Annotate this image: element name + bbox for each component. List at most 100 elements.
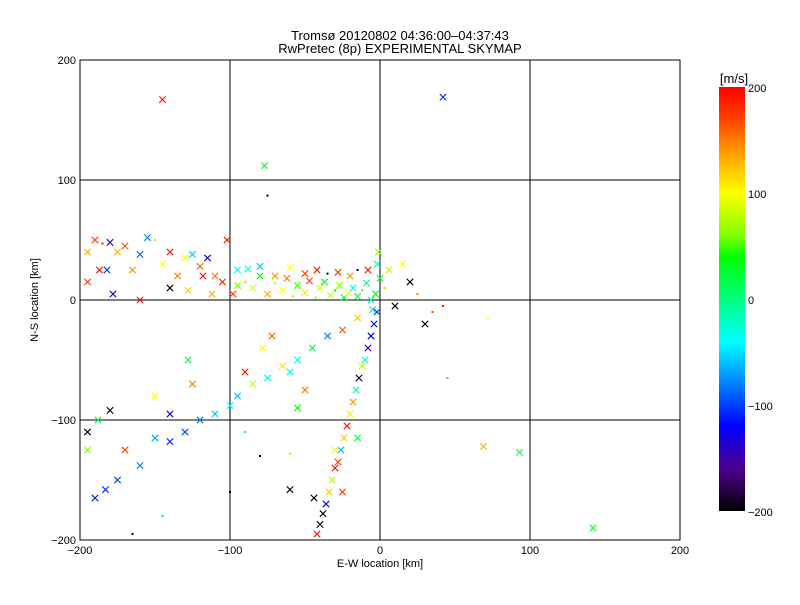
data-point-dot: [289, 452, 291, 455]
data-point-cross: [241, 368, 249, 376]
data-point-dot: [244, 431, 246, 433]
data-point-cross: [248, 284, 257, 292]
data-point-cross: [184, 356, 192, 364]
data-point-cross: [199, 272, 207, 280]
y-tick-label: 100: [58, 175, 76, 187]
data-point-cross: [196, 262, 204, 270]
data-point-dot: [274, 282, 276, 285]
data-point-cross: [188, 250, 197, 258]
data-point-cross: [158, 96, 167, 104]
data-point-cross: [283, 274, 291, 282]
data-point-cross: [263, 374, 272, 382]
data-point-cross: [293, 356, 302, 364]
data-point-cross: [151, 434, 159, 442]
data-point-cross: [301, 289, 309, 297]
data-point-cross: [337, 446, 345, 454]
data-point-cross: [515, 448, 524, 456]
data-point-cross: [166, 410, 174, 418]
data-point-cross: [166, 284, 174, 292]
data-point-cross: [208, 290, 216, 298]
data-point-cross: [308, 344, 317, 352]
data-point-cross: [406, 278, 414, 286]
data-point-cross: [391, 302, 399, 310]
data-point-cross: [323, 332, 332, 340]
data-point-dot: [314, 296, 317, 299]
data-point-cross: [331, 446, 339, 454]
data-point-cross: [223, 236, 231, 244]
data-point-cross: [370, 320, 378, 328]
data-point-cross: [371, 290, 380, 298]
data-point-cross: [184, 286, 192, 294]
data-point-cross: [338, 326, 347, 334]
y-tick-labels: −200 −100 0 100 200: [51, 55, 76, 547]
x-tick-label: 0: [377, 545, 383, 557]
data-point-cross: [173, 272, 182, 280]
data-point-cross: [271, 272, 279, 280]
data-point-cross: [106, 238, 114, 246]
data-point-cross: [316, 284, 324, 292]
data-point-cross: [349, 284, 357, 292]
colorbar-tick-label: −200: [748, 507, 773, 519]
data-point-cross: [374, 248, 383, 256]
data-point-cross: [338, 488, 347, 496]
y-tick-label: 200: [58, 55, 76, 67]
data-point-cross: [95, 266, 104, 274]
data-point-cross: [373, 260, 381, 268]
data-point-cross: [233, 392, 242, 400]
x-tick-labels: −200 −100 0 100 200: [68, 545, 690, 557]
data-point-dot: [431, 311, 434, 313]
data-point-cross: [83, 248, 92, 256]
data-point-dot: [326, 272, 329, 275]
data-point-dot: [131, 533, 134, 535]
data-point-cross: [319, 510, 327, 518]
chart-subtitle: RwPretec (8p) EXPERIMENTAL SKYMAP: [278, 41, 521, 56]
data-point-cross: [211, 272, 219, 280]
data-point-cross: [353, 434, 362, 442]
data-point-cross: [181, 254, 189, 262]
data-point-cross: [113, 248, 122, 256]
data-point-cross: [589, 524, 597, 532]
data-point-cross: [439, 93, 447, 101]
data-point-cross: [136, 462, 144, 470]
data-point-cross: [343, 422, 351, 430]
data-point-cross: [256, 272, 264, 280]
data-point-dot: [442, 305, 444, 307]
colorbar: [719, 87, 745, 511]
data-point-cross: [316, 520, 324, 528]
grid-lines: [80, 60, 680, 540]
data-point-cross: [248, 380, 257, 388]
colorbar-label: [m/s]: [720, 71, 748, 86]
data-point-dot: [383, 287, 386, 289]
data-point-cross: [293, 282, 302, 290]
data-point-dot: [487, 317, 489, 319]
data-point-cross: [301, 386, 309, 394]
data-point-cross: [166, 248, 174, 256]
data-point-dot: [266, 194, 269, 197]
data-point-cross: [328, 476, 336, 484]
data-point-cross: [244, 265, 252, 273]
data-point-cross: [143, 234, 152, 242]
data-point-cross: [362, 279, 371, 287]
data-point-cross: [103, 266, 111, 274]
colorbar-tick-labels: 200 100 0 −100 −200: [748, 83, 773, 519]
data-point-cross: [331, 464, 339, 472]
data-point-dot: [154, 239, 156, 241]
data-point-cross: [263, 290, 272, 298]
x-axis-label: E-W location [km]: [337, 558, 423, 570]
skymap-chart: Tromsø 20120802 04:36:00–04:37:43 RwPret…: [29, 28, 773, 570]
data-point-cross: [334, 458, 342, 466]
data-point-cross: [101, 486, 110, 494]
data-point-cross: [229, 290, 237, 298]
data-point-dot: [356, 269, 359, 271]
data-point-cross: [158, 260, 167, 268]
data-point-cross: [358, 362, 366, 370]
data-point-cross: [479, 442, 488, 450]
data-point-cross: [355, 374, 363, 382]
colorbar-tick-label: 0: [748, 295, 754, 307]
data-point-cross: [91, 236, 99, 244]
data-point-dot: [292, 295, 294, 298]
data-point-cross: [286, 486, 294, 494]
data-point-cross: [340, 434, 348, 442]
data-point-cross: [203, 254, 212, 262]
colorbar-tick-label: −100: [748, 401, 773, 413]
